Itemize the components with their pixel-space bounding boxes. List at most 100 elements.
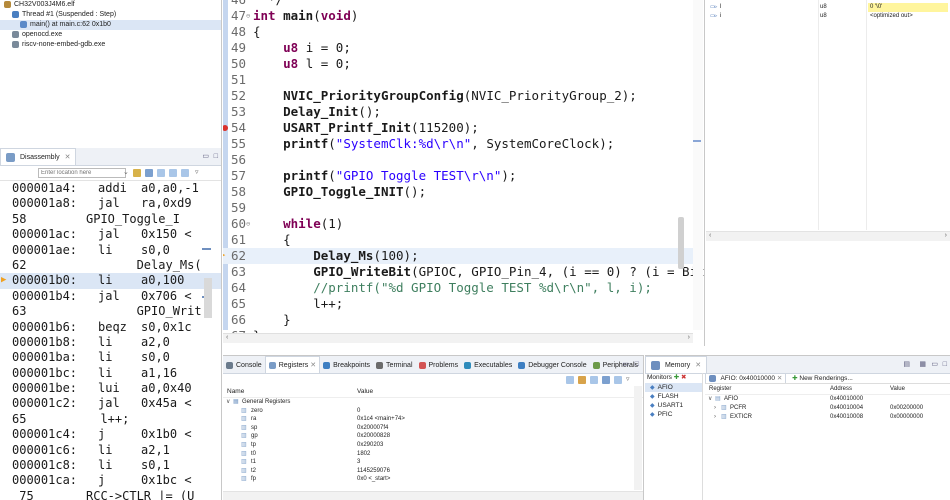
code-line[interactable]: 49 u8 i = 0; [223, 40, 693, 56]
code-line[interactable]: 54 USART_Printf_Init(115200); [223, 120, 693, 136]
code-line[interactable]: 50 u8 l = 0; [223, 56, 693, 72]
instruction-line[interactable]: 000001a4: addi a0,a0,-1 [0, 181, 221, 196]
tab-console[interactable]: Console [223, 357, 265, 373]
disassembly-scrollbar[interactable] [204, 278, 212, 318]
debug-tree-item[interactable]: main() at main.c:62 0x1b0 [0, 20, 221, 30]
instruction-line[interactable]: 000001a8: jal ra,0xd9 [0, 196, 221, 211]
location-input[interactable] [38, 168, 126, 178]
code-line[interactable]: 68 [223, 344, 693, 346]
tab-memory[interactable]: Memory ✕ [645, 356, 708, 373]
view-menu-icon[interactable]: ▿ [195, 168, 199, 176]
new-renderings-tab[interactable]: New Renderings... [799, 375, 852, 382]
tab-disassembly[interactable]: Disassembly ✕ [0, 148, 77, 165]
code-line[interactable]: 65 l++; [223, 296, 693, 312]
memory-register-row[interactable]: › ▥ EXTICR 0x40010008 0x00000000 [705, 413, 950, 422]
variables-hscrollbar[interactable]: ‹ › [706, 231, 950, 241]
code-line[interactable]: 64 //printf("%d GPIO Toggle TEST %d\r\n"… [223, 280, 693, 296]
code-line[interactable]: 61 { [223, 232, 693, 248]
monitor-item[interactable]: ◆ PFIC [645, 410, 702, 419]
register-row[interactable]: ▥ t0 1802 [223, 450, 643, 459]
instruction-line[interactable]: 000001c4: j 0x1b0 < [0, 427, 221, 442]
refresh-icon[interactable] [157, 169, 165, 177]
scroll-right-icon[interactable]: › [945, 232, 947, 239]
register-row[interactable]: ▥ zero 0 [223, 407, 643, 416]
tab-terminal[interactable]: Terminal [373, 357, 415, 373]
instruction-line[interactable]: ▶ 000001b0: li a0,100 [0, 273, 221, 289]
maximize-icon[interactable]: □ [214, 148, 218, 165]
memory-register-row[interactable]: ∨ ▤ AFIO 0x40010000 [705, 395, 950, 404]
instruction-line[interactable]: 000001c8: li s0,1 [0, 458, 221, 473]
register-group[interactable]: ∨ ▦ General Registers [223, 398, 643, 407]
toolbar-icon[interactable] [614, 376, 622, 384]
tab-rendering[interactable]: AFIO: 0x40010000 ✕ [705, 373, 787, 383]
tab-peripherals[interactable]: Peripherals [590, 357, 641, 373]
tab-debugger-console[interactable]: Debugger Console [515, 357, 589, 373]
variable-row[interactable]: ▭▹ i u8 <optimized out> [706, 12, 950, 21]
collapse-icon[interactable]: › [714, 404, 716, 413]
minimize-icon[interactable]: ▭ [202, 148, 209, 165]
code-line[interactable]: 52 NVIC_PriorityGroupConfig(NVIC_Priorit… [223, 88, 693, 104]
code-editor[interactable]: 46 */47⊖int main(void)48 {49 u8 i = 0;50 … [223, 0, 705, 346]
fold-icon[interactable]: ⊖ [246, 216, 250, 232]
goto-pc-icon[interactable] [133, 169, 141, 177]
breakpoint-icon[interactable] [223, 125, 228, 131]
registers-hscrollbar[interactable] [223, 491, 643, 500]
monitor-item[interactable]: ◆ AFIO [645, 383, 702, 392]
tab-problems[interactable]: Problems [416, 357, 462, 373]
code-line[interactable]: 59 [223, 200, 693, 216]
code-line[interactable]: 55 printf("SystemClk:%d\r\n", SystemCore… [223, 136, 693, 152]
fold-icon[interactable]: ⊖ [246, 8, 250, 24]
link-icon[interactable] [145, 169, 153, 177]
toolbar-icon[interactable] [590, 376, 598, 384]
tab-executables[interactable]: Executables [461, 357, 515, 373]
toolbar-icon[interactable] [578, 376, 586, 384]
expand-icon[interactable]: ∨ [708, 395, 712, 404]
chevron-down-icon[interactable]: ⌄ [123, 168, 129, 176]
code-line[interactable]: 47 ⊖ int main(void) [223, 8, 693, 24]
close-icon[interactable]: ✕ [308, 362, 316, 369]
source-line[interactable]: 62 Delay_Ms( [0, 258, 221, 273]
register-row[interactable]: ▥ fp 0x0 <_start> [223, 475, 643, 484]
instruction-line[interactable]: 000001ac: jal 0x150 < [0, 227, 221, 242]
source-line[interactable]: 63 GPIO_Writ [0, 304, 221, 319]
view-menu-icon[interactable]: ▿ [626, 375, 630, 383]
toolbar-icon[interactable]: ▤ [903, 356, 910, 373]
code-line[interactable]: 57 printf("GPIO Toggle TEST\r\n"); [223, 168, 693, 184]
source-line[interactable]: 75 RCC->CTLR |= (U [0, 489, 221, 500]
register-row[interactable]: ▥ t1 3 [223, 458, 643, 467]
close-icon[interactable]: ✕ [65, 154, 71, 161]
minimize-icon[interactable]: ▭ [931, 356, 938, 373]
debug-tree-item[interactable]: openocd.exe [0, 30, 221, 40]
instruction-line[interactable]: 000001c2: jal 0x45a < [0, 396, 221, 411]
registers-scrollbar[interactable] [634, 386, 642, 490]
instruction-line[interactable]: 000001ae: li s0,0 [0, 243, 221, 258]
debug-tree-item[interactable]: riscv-none-embed-gdb.exe [0, 40, 221, 50]
variable-row[interactable]: ▭▹ l u8 0 '\0' [706, 3, 950, 12]
instruction-line[interactable]: 000001b4: jal 0x706 < [0, 289, 221, 304]
instruction-line[interactable]: 000001bc: li a1,16 [0, 366, 221, 381]
toolbar-icon[interactable] [566, 376, 574, 384]
editor-hscrollbar[interactable]: ‹ › [223, 333, 693, 343]
monitor-item[interactable]: ◆ FLASH [645, 392, 702, 401]
tab-registers[interactable]: Registers ✕ [264, 356, 321, 373]
toolbar-icon[interactable]: ▦ [919, 356, 926, 373]
source-line[interactable]: 65 l++; [0, 412, 221, 427]
register-row[interactable]: ▥ t2 1145259076 [223, 467, 643, 476]
editor-scrollbar[interactable] [678, 217, 684, 269]
instruction-line[interactable]: 000001c6: li a2,1 [0, 443, 221, 458]
register-row[interactable]: ▥ tp 0x290203 [223, 441, 643, 450]
remove-icon[interactable]: ✖ [681, 374, 686, 381]
add-icon[interactable]: ✚ [674, 374, 679, 381]
toolbar-icon[interactable] [602, 376, 610, 384]
scroll-left-icon[interactable]: ‹ [709, 232, 711, 239]
sync-icon[interactable] [169, 169, 177, 177]
debug-tree-item[interactable]: Thread #1 (Suspended : Step) [0, 10, 221, 20]
code-line[interactable]: 56 [223, 152, 693, 168]
instruction-line[interactable]: 000001be: lui a0,0x40 [0, 381, 221, 396]
expand-icon[interactable]: ∨ [226, 398, 230, 407]
code-line[interactable]: 63 GPIO_WriteBit(GPIOC, GPIO_Pin_4, (i =… [223, 264, 704, 280]
debug-tree-item[interactable]: CH32V003J4M6.elf [0, 0, 221, 10]
maximize-icon[interactable]: □ [635, 356, 639, 373]
source-line[interactable]: 58 GPIO_Toggle_I [0, 212, 221, 227]
instruction-line[interactable]: 000001b6: beqz s0,0x1c [0, 320, 221, 335]
